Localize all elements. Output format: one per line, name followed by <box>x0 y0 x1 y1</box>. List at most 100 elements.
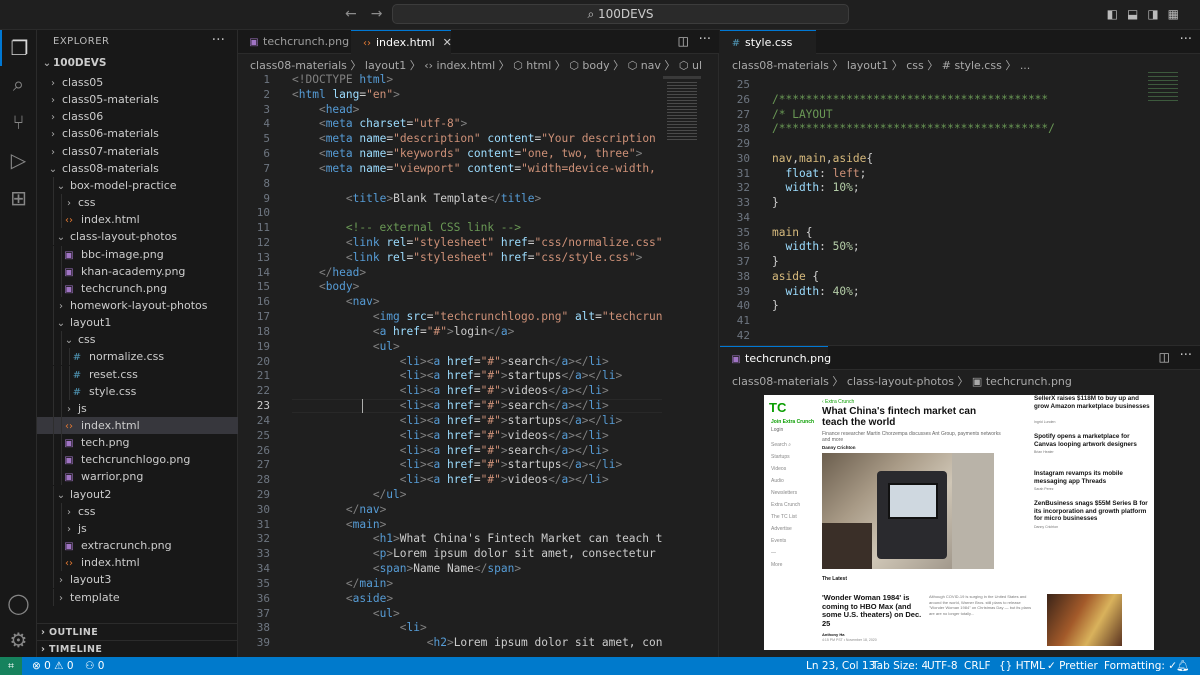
language-mode[interactable]: {} HTML <box>999 657 1045 675</box>
encoding[interactable]: UTF-8 <box>927 657 958 675</box>
tree-folder[interactable]: › js <box>37 399 238 417</box>
remote-icon[interactable]: ⌗ <box>0 657 22 675</box>
side-story-author: Danny Crichton <box>1034 524 1059 529</box>
split-editor-icon[interactable]: ◫ <box>1159 350 1170 364</box>
css-file-icon: # <box>72 369 82 381</box>
tree-folder[interactable]: › class07-materials <box>37 143 238 160</box>
timeline-section[interactable]: › TIMELINE <box>37 640 238 658</box>
tree-folder[interactable]: › template <box>37 588 238 606</box>
side-story-author: Sarah Perez <box>1034 487 1054 492</box>
tree-item-label: techcrunch.png <box>81 281 168 295</box>
formatting-status[interactable]: Formatting: ✓ <box>1104 657 1177 675</box>
tree-file[interactable]: ▣ tech.png <box>37 434 238 452</box>
code-line: </ul> <box>292 488 407 501</box>
tree-folder[interactable]: › class06-materials <box>37 125 238 142</box>
tree-item-label: bbc-image.png <box>81 247 164 261</box>
notifications-bell-icon[interactable]: 🔔︎ <box>1176 657 1189 675</box>
source-control-icon[interactable]: ⑂ <box>0 104 37 140</box>
tree-file[interactable]: ▣ warrior.png <box>37 468 238 486</box>
breadcrumb[interactable]: class08-materials 〉 class-layout-photos … <box>732 373 1072 389</box>
tree-folder[interactable]: › class05-materials <box>37 91 238 108</box>
toggle-sidebar-icon[interactable]: ◧ <box>1107 7 1127 21</box>
code-line: <!DOCTYPE html> <box>292 73 393 86</box>
tree-folder[interactable]: ⌄ class08-materials <box>37 160 238 177</box>
tree-folder[interactable]: › homework-layout-photos <box>37 296 238 314</box>
tree-folder[interactable]: ⌄ css <box>37 331 238 349</box>
code-token: ul <box>379 606 394 620</box>
code-token: < <box>292 354 407 368</box>
tree-folder[interactable]: › class06 <box>37 108 238 125</box>
img-file-icon: ▣ <box>64 472 74 484</box>
explorer-icon[interactable]: ❐ <box>0 30 37 66</box>
chevron-right-icon: › <box>67 506 71 518</box>
tree-file[interactable]: ▣ techcrunchlogo.png <box>37 451 238 469</box>
code-token: h2 <box>433 636 447 650</box>
code-editor[interactable]: 1 <!DOCTYPE html> 2 <html lang="en"> 3 <head… <box>238 30 719 657</box>
tree-folder[interactable]: › class05 <box>37 74 238 91</box>
workspace-root[interactable]: ⌄ 100DEVS <box>41 57 107 69</box>
tree-file[interactable]: # normalize.css <box>37 348 238 366</box>
tree-file[interactable]: ‹› index.html <box>37 211 238 229</box>
tree-file[interactable]: ▣ bbc-image.png <box>37 245 238 263</box>
customize-layout-icon[interactable]: ▦ <box>1168 7 1188 21</box>
tree-file[interactable]: # style.css <box>37 382 238 400</box>
extensions-icon[interactable]: ⊞ <box>0 180 37 216</box>
tree-item-label: class07-materials <box>62 144 159 158</box>
toggle-panel-icon[interactable]: ⬓ <box>1127 7 1147 21</box>
minimap[interactable] <box>663 76 705 176</box>
tree-file[interactable]: ▣ techcrunch.png <box>37 279 238 297</box>
minimap[interactable] <box>1148 72 1194 112</box>
outline-section[interactable]: › OUTLINE <box>37 623 238 641</box>
tree-folder[interactable]: ⌄ layout2 <box>37 485 238 503</box>
settings-gear-icon[interactable]: ⚙ <box>0 622 37 658</box>
command-center-search[interactable]: ⌕ 100DEVS <box>392 4 849 24</box>
tree-file[interactable]: ‹› index.html <box>37 554 238 572</box>
search-icon[interactable]: ⌕ <box>0 66 37 102</box>
code-line: <p>Lorem ipsum dolor sit amet, consectet… <box>292 547 662 560</box>
tree-file[interactable]: ▣ khan-academy.png <box>37 262 238 280</box>
img-file-icon: ▣ <box>64 266 74 278</box>
tab-size[interactable]: Tab Size: 4 <box>872 657 928 675</box>
code-line: } <box>772 196 779 209</box>
prettier-status[interactable]: ✓ Prettier <box>1047 657 1098 675</box>
tree-file[interactable]: ▣ extracrunch.png <box>37 537 238 555</box>
account-icon[interactable]: ◯ <box>0 585 37 621</box>
line-number: 2 <box>263 87 270 101</box>
code-token: = <box>473 458 481 472</box>
tree-file[interactable]: ‹› index.html <box>37 417 238 434</box>
problems-indicator[interactable]: ⊗ 0 ⚠ 0 <box>32 657 74 675</box>
tree-folder[interactable]: ⌄ box-model-practice <box>37 176 238 194</box>
code-line: </nav> <box>292 503 386 516</box>
status-bar: ⌗ ⊗ 0 ⚠ 0 ⚇ 0 Ln 23, Col 13 Tab Size: 4 … <box>0 657 1200 675</box>
more-actions-icon[interactable]: ··· <box>1180 348 1192 363</box>
line-number: 25 <box>256 428 270 442</box>
code-token: > <box>635 250 643 264</box>
run-debug-icon[interactable]: ▷ <box>0 142 37 178</box>
tree-item-label: extracrunch.png <box>81 539 172 553</box>
code-token: a <box>433 384 447 398</box>
tree-folder[interactable]: › css <box>37 194 238 212</box>
toggle-secondary-sidebar-icon[interactable]: ◨ <box>1147 7 1167 21</box>
arrow-right-icon[interactable]: → <box>371 6 383 22</box>
tree-item-label: techcrunchlogo.png <box>81 453 191 467</box>
image-file-icon: ▣ <box>731 354 741 365</box>
tree-folder[interactable]: › js <box>37 519 238 537</box>
code-token: "techcrunch logo <box>601 310 662 324</box>
code-token: ; <box>859 166 867 180</box>
tree-folder[interactable]: ⌄ class-layout-photos <box>37 228 238 246</box>
arrow-left-icon[interactable]: ← <box>345 6 357 22</box>
tab-techcrunch-png[interactable]: ▣ techcrunch.png <box>720 346 831 370</box>
line-number: 33 <box>736 196 750 209</box>
ports-indicator[interactable]: ⚇ 0 <box>85 657 104 675</box>
story-title: 'Wonder Woman 1984' is coming to HBO Max… <box>822 593 922 628</box>
tree-folder[interactable]: › css <box>37 502 238 520</box>
tree-folder[interactable]: › layout3 <box>37 571 238 589</box>
more-actions-icon[interactable]: ··· <box>212 32 225 48</box>
end-of-line[interactable]: CRLF <box>964 657 991 675</box>
code-token: ul <box>386 487 400 501</box>
tree-folder[interactable]: ⌄ layout1 <box>37 314 238 332</box>
tree-file[interactable]: # reset.css <box>37 365 238 383</box>
code-token: { <box>805 225 813 239</box>
code-editor[interactable]: 25 26 /***********************************… <box>720 30 1200 345</box>
cursor-position[interactable]: Ln 23, Col 13 <box>806 657 875 675</box>
